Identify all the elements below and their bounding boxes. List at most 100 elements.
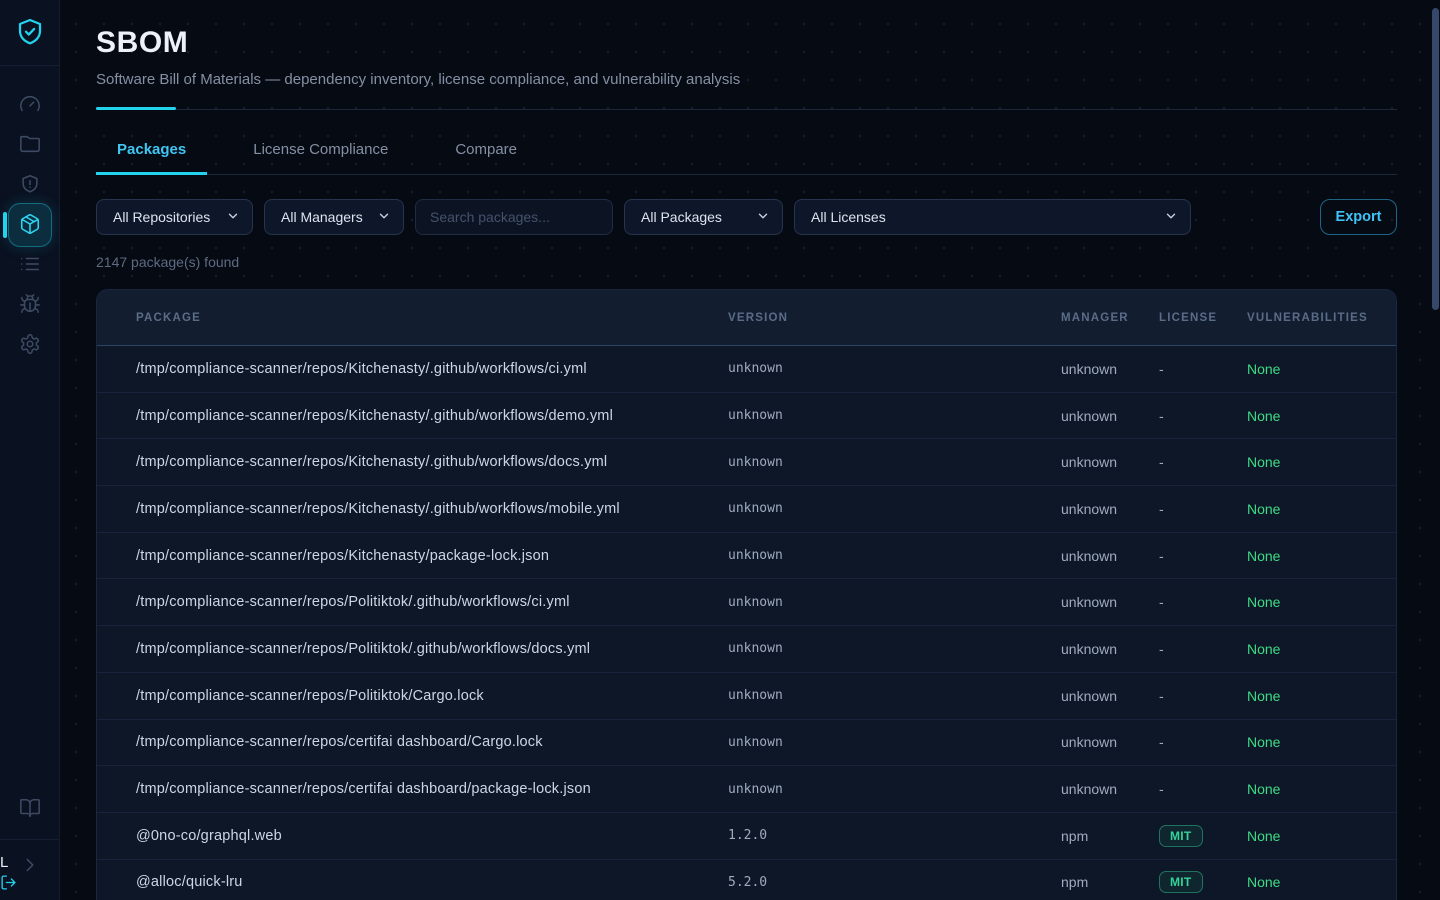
shield-check-icon bbox=[14, 35, 46, 52]
package-version: unknown bbox=[728, 595, 1061, 610]
table-row[interactable]: @0no-co/graphql.web 1.2.0 npm MIT None bbox=[97, 813, 1396, 860]
package-vulnerabilities: None bbox=[1247, 688, 1372, 704]
chevron-down-icon bbox=[226, 209, 240, 226]
package-version: 5.2.0 bbox=[728, 875, 1061, 890]
sidebar-nav bbox=[8, 66, 52, 365]
repository-filter[interactable]: All Repositories bbox=[96, 199, 253, 235]
package-version: unknown bbox=[728, 548, 1061, 563]
package-manager: unknown bbox=[1061, 408, 1159, 424]
shield-alert-icon bbox=[19, 173, 41, 198]
cutoff-overlay: L bbox=[0, 854, 17, 896]
table-row[interactable]: /tmp/compliance-scanner/repos/certifai d… bbox=[97, 766, 1396, 813]
package-type-filter-value: All Packages bbox=[641, 209, 722, 225]
package-manager: unknown bbox=[1061, 641, 1159, 657]
filter-bar: All Repositories All Managers All Packag… bbox=[96, 199, 1397, 235]
scrollbar-thumb[interactable] bbox=[1432, 8, 1439, 310]
table-row[interactable]: /tmp/compliance-scanner/repos/Politiktok… bbox=[97, 626, 1396, 673]
repository-filter-value: All Repositories bbox=[113, 209, 210, 225]
package-path: /tmp/compliance-scanner/repos/Kitchenast… bbox=[136, 501, 728, 517]
manager-filter-value: All Managers bbox=[281, 209, 363, 225]
package-manager: unknown bbox=[1061, 734, 1159, 750]
sidebar-divider-bottom bbox=[0, 839, 60, 840]
search-input[interactable] bbox=[415, 199, 613, 235]
column-header-vulnerabilities: VULNERABILITIES bbox=[1247, 312, 1372, 324]
table-row[interactable]: /tmp/compliance-scanner/repos/Kitchenast… bbox=[97, 346, 1396, 393]
package-path: @0no-co/graphql.web bbox=[136, 828, 728, 844]
table-row[interactable]: /tmp/compliance-scanner/repos/Politiktok… bbox=[97, 673, 1396, 720]
package-path: @alloc/quick-lru bbox=[136, 874, 728, 890]
sidebar-item-sbom[interactable] bbox=[8, 203, 52, 247]
package-license: - bbox=[1159, 548, 1247, 564]
app-logo[interactable] bbox=[14, 0, 46, 65]
package-license: - bbox=[1159, 594, 1247, 610]
chevron-down-icon bbox=[756, 209, 770, 226]
column-header-version: VERSION bbox=[728, 312, 1061, 324]
package-path: /tmp/compliance-scanner/repos/Kitchenast… bbox=[136, 548, 728, 564]
package-vulnerabilities: None bbox=[1247, 874, 1372, 890]
list-icon bbox=[19, 253, 41, 278]
package-manager: unknown bbox=[1061, 454, 1159, 470]
sidebar-item-issues[interactable] bbox=[10, 285, 50, 325]
chevron-right-icon bbox=[19, 854, 41, 879]
package-manager: unknown bbox=[1061, 781, 1159, 797]
package-icon bbox=[19, 213, 41, 238]
package-path: /tmp/compliance-scanner/repos/certifai d… bbox=[136, 734, 728, 750]
sidebar-item-repositories[interactable] bbox=[10, 125, 50, 165]
package-vulnerabilities: None bbox=[1247, 501, 1372, 517]
page-subtitle: Software Bill of Materials — dependency … bbox=[96, 71, 1397, 88]
logout-icon[interactable] bbox=[0, 874, 17, 896]
results-count: 2147 package(s) found bbox=[96, 254, 1397, 270]
package-vulnerabilities: None bbox=[1247, 734, 1372, 750]
tab-license-compliance[interactable]: License Compliance bbox=[232, 133, 409, 175]
table-header-row: PACKAGE VERSION MANAGER LICENSE VULNERAB… bbox=[97, 290, 1396, 346]
tab-compare[interactable]: Compare bbox=[434, 133, 538, 175]
sidebar-item-dashboard[interactable] bbox=[10, 85, 50, 125]
cutoff-label: L bbox=[0, 854, 17, 872]
package-version: unknown bbox=[728, 782, 1061, 797]
package-license: - bbox=[1159, 688, 1247, 704]
package-manager: unknown bbox=[1061, 548, 1159, 564]
table-row[interactable]: /tmp/compliance-scanner/repos/certifai d… bbox=[97, 720, 1396, 767]
sidebar-item-settings[interactable] bbox=[10, 325, 50, 365]
table-row[interactable]: /tmp/compliance-scanner/repos/Kitchenast… bbox=[97, 439, 1396, 486]
table-row[interactable]: /tmp/compliance-scanner/repos/Politiktok… bbox=[97, 579, 1396, 626]
package-version: unknown bbox=[728, 408, 1061, 423]
sidebar-item-security[interactable] bbox=[10, 165, 50, 205]
package-manager: npm bbox=[1061, 828, 1159, 844]
folder-icon bbox=[19, 133, 41, 158]
package-manager: unknown bbox=[1061, 361, 1159, 377]
package-license: MIT bbox=[1159, 871, 1247, 893]
main-content: SBOM Software Bill of Materials — depend… bbox=[60, 0, 1440, 900]
package-vulnerabilities: None bbox=[1247, 408, 1372, 424]
title-divider bbox=[96, 109, 1397, 110]
page-title: SBOM bbox=[96, 26, 1397, 60]
sidebar-item-docs[interactable] bbox=[10, 789, 50, 829]
package-version: unknown bbox=[728, 501, 1061, 516]
package-type-filter[interactable]: All Packages bbox=[624, 199, 783, 235]
table-row[interactable]: @alloc/quick-lru 5.2.0 npm MIT None bbox=[97, 860, 1396, 900]
table-body: /tmp/compliance-scanner/repos/Kitchenast… bbox=[97, 346, 1396, 900]
package-license: - bbox=[1159, 781, 1247, 797]
book-open-icon bbox=[19, 797, 41, 822]
package-path: /tmp/compliance-scanner/repos/Politiktok… bbox=[136, 641, 728, 657]
package-license: - bbox=[1159, 734, 1247, 750]
package-license: MIT bbox=[1159, 825, 1247, 847]
manager-filter[interactable]: All Managers bbox=[264, 199, 404, 235]
table-row[interactable]: /tmp/compliance-scanner/repos/Kitchenast… bbox=[97, 486, 1396, 533]
export-button[interactable]: Export bbox=[1320, 199, 1397, 235]
package-license: - bbox=[1159, 641, 1247, 657]
license-filter[interactable]: All Licenses bbox=[794, 199, 1191, 235]
chevron-down-icon bbox=[377, 209, 391, 226]
package-license: - bbox=[1159, 501, 1247, 517]
gear-icon bbox=[19, 333, 41, 358]
sidebar-item-inventory[interactable] bbox=[10, 245, 50, 285]
table-row[interactable]: /tmp/compliance-scanner/repos/Kitchenast… bbox=[97, 533, 1396, 580]
table-row[interactable]: /tmp/compliance-scanner/repos/Kitchenast… bbox=[97, 393, 1396, 440]
tab-packages[interactable]: Packages bbox=[96, 133, 207, 175]
license-filter-value: All Licenses bbox=[811, 209, 886, 225]
package-manager: unknown bbox=[1061, 688, 1159, 704]
package-manager: unknown bbox=[1061, 594, 1159, 610]
package-path: /tmp/compliance-scanner/repos/Kitchenast… bbox=[136, 408, 728, 424]
gauge-icon bbox=[19, 93, 41, 118]
sidebar bbox=[0, 0, 60, 900]
